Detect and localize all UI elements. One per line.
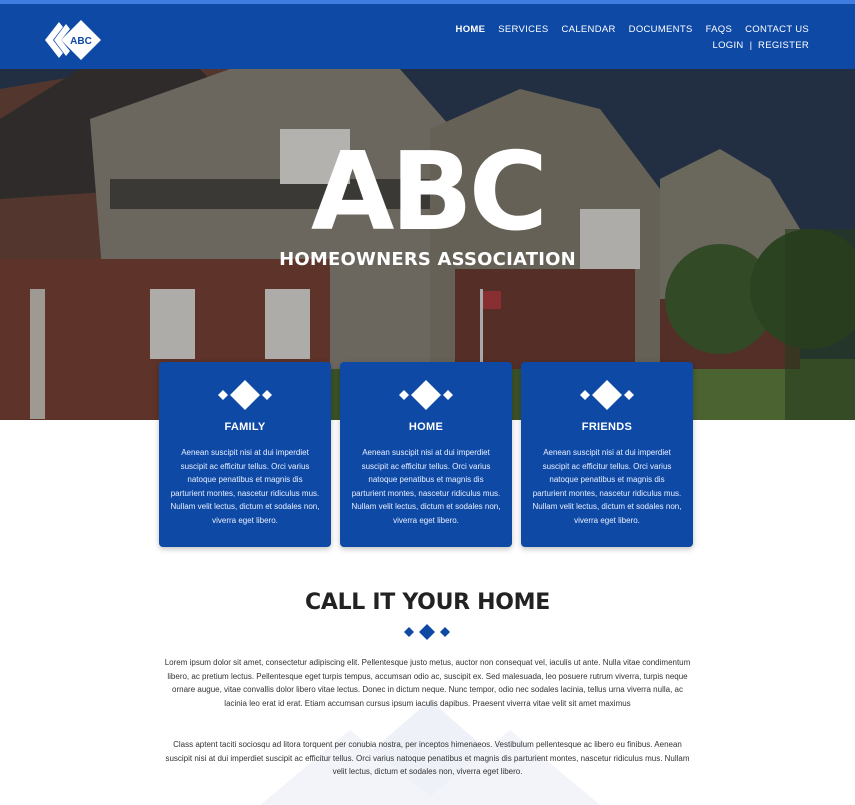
nav-contact-us[interactable]: CONTACT US xyxy=(745,24,809,35)
primary-nav: HOME SERVICES CALENDAR DOCUMENTS FAQS CO… xyxy=(456,24,809,35)
nav-calendar[interactable]: CALENDAR xyxy=(562,24,616,35)
three-diamonds-divider-icon xyxy=(404,624,450,640)
section-title: CALL IT YOUR HOME xyxy=(305,590,550,615)
about-paragraph-2: Class aptent taciti sociosqu ad litora t… xyxy=(165,740,690,777)
card-title: HOME xyxy=(408,421,444,433)
three-diamonds-icon xyxy=(580,380,634,410)
card-title: FRIENDS xyxy=(581,421,633,433)
three-diamonds-icon xyxy=(399,380,453,410)
about-paragraph-1: Lorem ipsum dolor sit amet, consectetur … xyxy=(164,658,691,708)
nav-services[interactable]: SERVICES xyxy=(498,24,548,35)
hero-subtitle: HOMEOWNERS ASSOCIATION xyxy=(279,249,576,270)
card-home: HOME Aenean suscipit nisi at dui imperdi… xyxy=(340,362,512,547)
feature-cards: FAMILY Aenean suscipit nisi at dui imper… xyxy=(159,362,693,547)
card-text: Aenean suscipit nisi at dui imperdiet su… xyxy=(351,448,501,525)
three-diamonds-icon xyxy=(218,380,272,410)
nav-documents[interactable]: DOCUMENTS xyxy=(629,24,693,35)
card-text: Aenean suscipit nisi at dui imperdiet su… xyxy=(170,448,320,525)
site-header: ABC HOME SERVICES CALENDAR DOCUMENTS FAQ… xyxy=(0,0,855,69)
card-title: FAMILY xyxy=(224,421,266,433)
hero-title: ABC xyxy=(310,130,548,255)
nav-faqs[interactable]: FAQS xyxy=(706,24,733,35)
nav-separator: | xyxy=(749,40,753,51)
logo-text: ABC xyxy=(70,36,92,47)
card-friends: FRIENDS Aenean suscipit nisi at dui impe… xyxy=(521,362,693,547)
main-nav: HOME SERVICES CALENDAR DOCUMENTS FAQS CO… xyxy=(456,24,809,51)
login-link[interactable]: LOGIN xyxy=(713,40,744,51)
card-text: Aenean suscipit nisi at dui imperdiet su… xyxy=(532,448,682,525)
abc-logo-icon[interactable]: ABC xyxy=(41,18,105,62)
nav-home[interactable]: HOME xyxy=(456,24,486,35)
register-link[interactable]: REGISTER xyxy=(758,40,809,51)
card-family: FAMILY Aenean suscipit nisi at dui imper… xyxy=(159,362,331,547)
account-nav: LOGIN | REGISTER xyxy=(456,40,809,51)
